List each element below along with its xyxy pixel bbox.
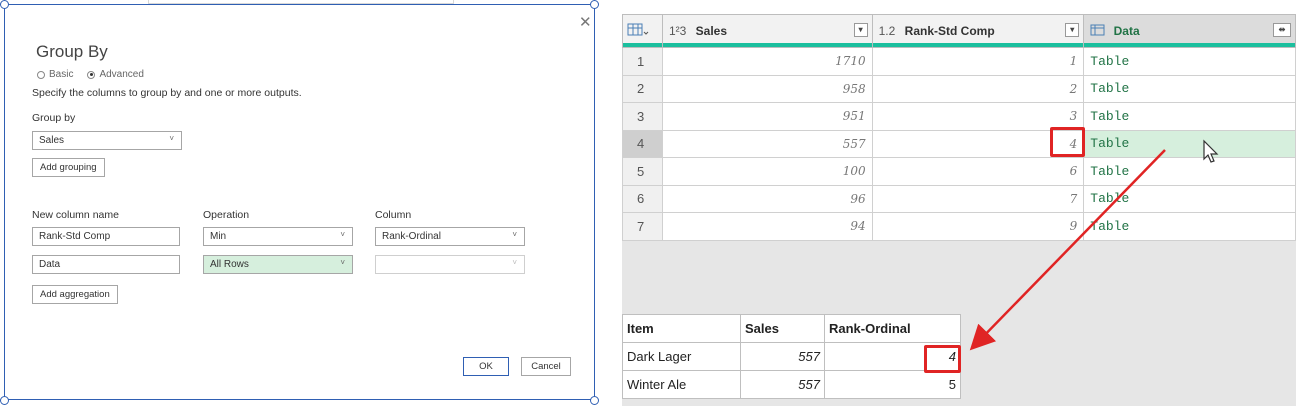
mouse-cursor-icon (1203, 139, 1219, 163)
annotation-arrow (969, 149, 1166, 351)
